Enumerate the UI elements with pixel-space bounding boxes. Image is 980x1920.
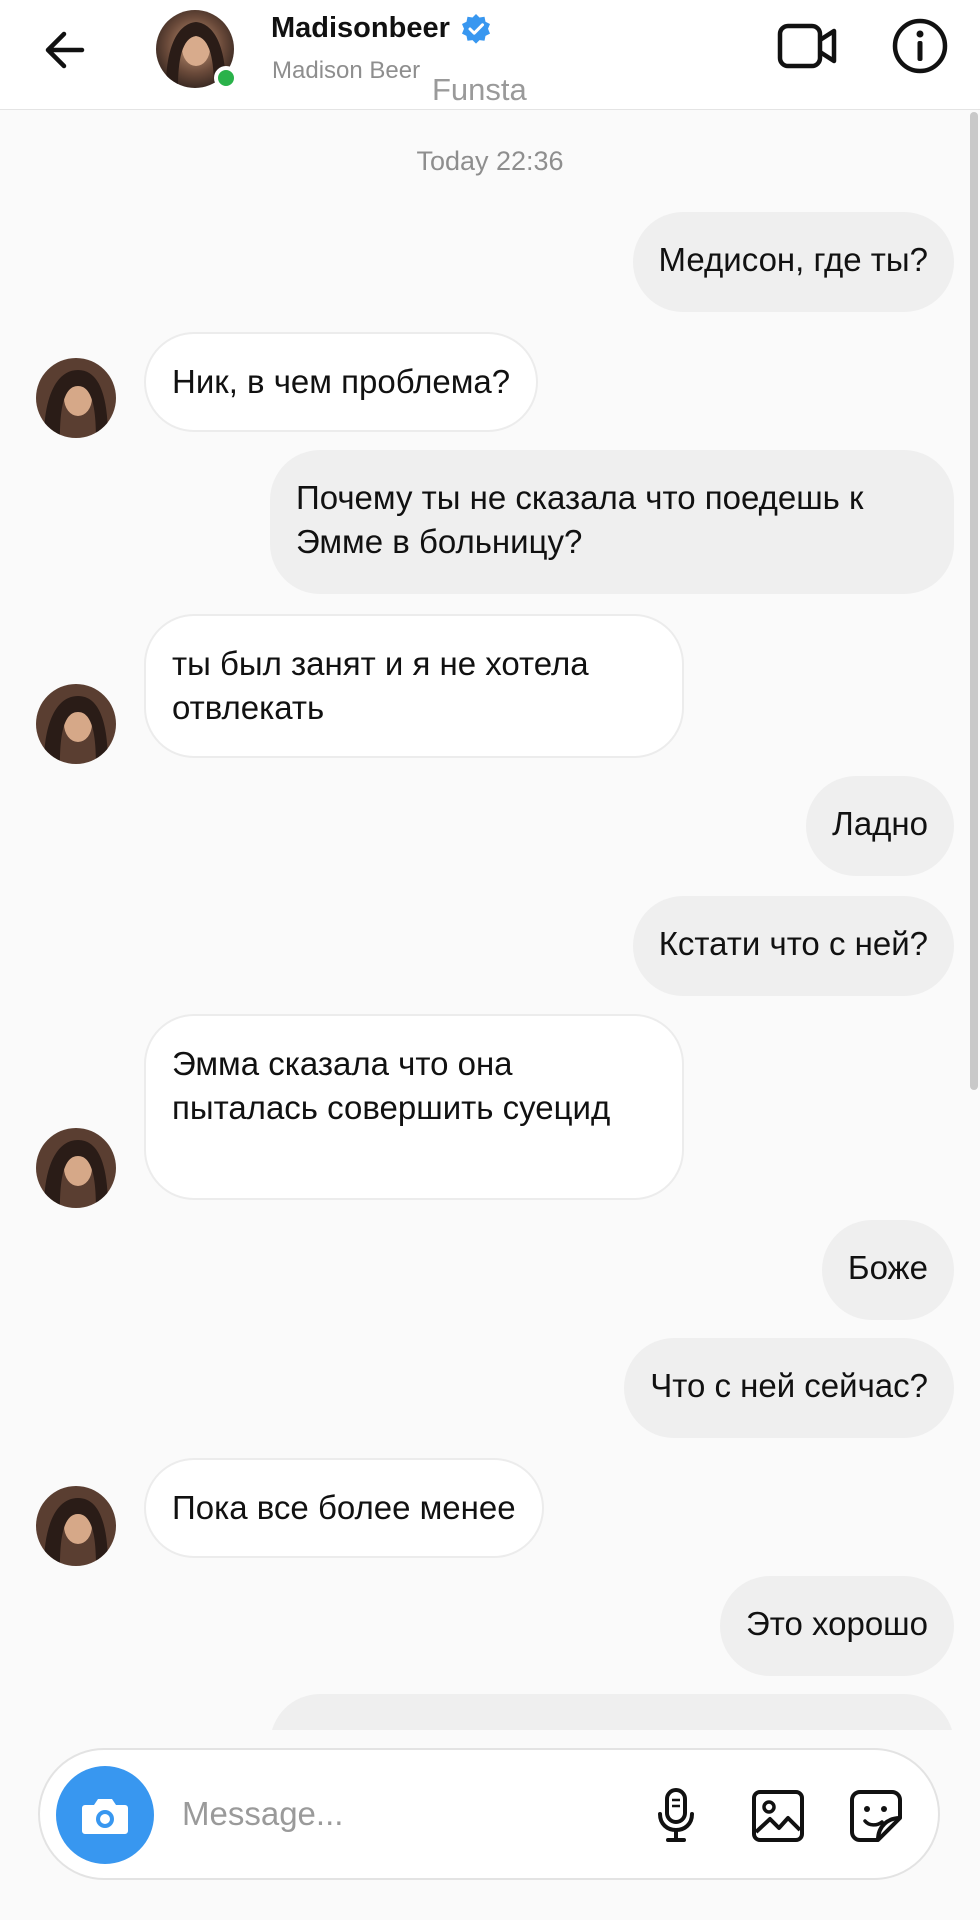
arrow-left-icon xyxy=(45,31,85,69)
online-status-dot xyxy=(214,66,238,90)
message-outgoing[interactable]: Медисон, где ты? xyxy=(632,212,954,312)
scrollbar[interactable] xyxy=(970,112,978,1090)
image-icon xyxy=(752,1790,804,1842)
chat-header: Madisonbeer Madison Beer Funsta xyxy=(0,0,980,110)
sender-avatar[interactable] xyxy=(36,1128,116,1208)
message-composer xyxy=(38,1748,940,1880)
message-incoming[interactable]: ты был занят и я не хотела отвлекать xyxy=(144,614,684,758)
info-icon xyxy=(892,18,948,74)
chat-title[interactable]: Madisonbeer xyxy=(271,12,492,45)
microphone-icon xyxy=(658,1788,694,1842)
message-incoming[interactable]: Эмма сказала что она пыталась совершить … xyxy=(144,1014,684,1200)
sender-avatar[interactable] xyxy=(36,1486,116,1566)
message-outgoing[interactable]: Это хорошо xyxy=(720,1576,954,1676)
verified-badge-icon xyxy=(461,13,490,44)
sender-avatar[interactable] xyxy=(36,684,116,764)
message-outgoing[interactable]: Почему ты не сказала что поедешь к Эмме … xyxy=(270,450,954,594)
message-outgoing[interactable]: Ладно xyxy=(806,776,954,876)
message-incoming[interactable]: Ник, в чем проблема? xyxy=(144,332,539,432)
camera-icon xyxy=(82,1799,128,1834)
message-outgoing[interactable]: Кстати что с ней? xyxy=(632,896,954,996)
message-input[interactable] xyxy=(180,1780,634,1848)
camera-button[interactable] xyxy=(56,1766,154,1864)
sticker-icon xyxy=(850,1790,902,1842)
video-camera-icon xyxy=(777,23,837,69)
chat-timestamp: Today 22:36 xyxy=(416,146,564,176)
gallery-button[interactable] xyxy=(748,1786,808,1846)
profile-avatar[interactable] xyxy=(156,10,238,90)
voice-message-button[interactable] xyxy=(646,1786,706,1846)
video-call-button[interactable] xyxy=(776,18,840,74)
back-button[interactable] xyxy=(36,22,92,78)
info-button[interactable] xyxy=(890,16,950,76)
display-name: Madison Beer xyxy=(272,57,421,84)
message-incoming[interactable]: Пока все более менее xyxy=(144,1458,544,1558)
sticker-button[interactable] xyxy=(846,1786,906,1846)
sender-avatar[interactable] xyxy=(36,358,116,438)
username: Madisonbeer xyxy=(271,12,450,44)
message-outgoing[interactable]: Что с ней сейчас? xyxy=(624,1338,954,1438)
message-outgoing[interactable]: Боже xyxy=(821,1220,954,1320)
watermark-text: Funsta xyxy=(432,72,527,107)
